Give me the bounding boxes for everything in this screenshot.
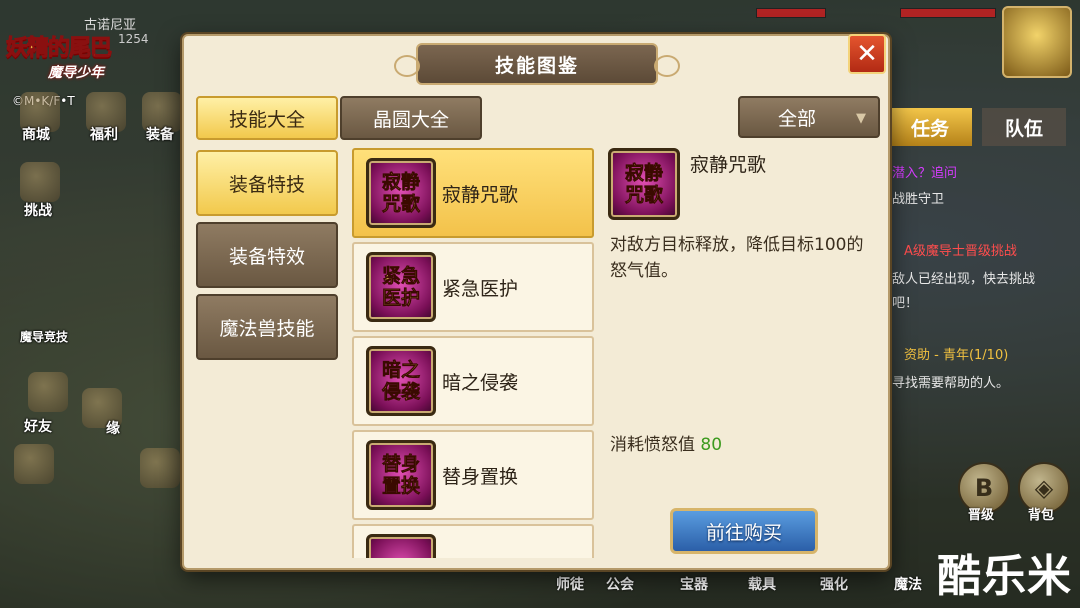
task-1-title[interactable]: 潜入？追问 (892, 162, 957, 181)
skill-icon: 寂静咒歌 (366, 158, 436, 228)
task-2-desc: 敌人已经出现，快去挑战 (892, 272, 1036, 287)
skill-list-item[interactable]: 寂静咒歌 寂静咒歌 (352, 148, 594, 238)
bottom-treasure[interactable]: 宝器 (680, 574, 708, 594)
chat-icon[interactable] (14, 444, 54, 484)
left-menu-challenge[interactable]: 挑战 (24, 200, 52, 220)
detail-skill-icon: 寂静咒歌 (608, 148, 680, 220)
skill-name: 替身置换 (442, 466, 519, 488)
skill-encyclopedia-dialog: 技能图鉴 ✕ 技能大全 晶圆大全 全部 ▼ 装备特技 装备特效 魔法兽技能 寂静… (182, 34, 890, 570)
category-equip-effect[interactable]: 装备特效 (196, 222, 338, 288)
detail-skill-name: 寂静咒歌 (690, 154, 767, 176)
cost-label: 消耗愤怒值 (610, 435, 695, 455)
category-equip-skill[interactable]: 装备特技 (196, 150, 338, 216)
challenge-icon[interactable] (20, 162, 60, 202)
backpack-button[interactable]: 背包 (1028, 504, 1054, 523)
left-menu-arena[interactable]: 魔导竞技 (20, 328, 68, 345)
task-3-title[interactable]: 资助 - 青年(1/10) (904, 344, 1008, 363)
skill-list-item[interactable]: 替身置换 替身置换 (352, 430, 594, 520)
close-icon: ✕ (856, 39, 878, 69)
player-avatar[interactable] (1002, 6, 1072, 78)
friend-icon[interactable] (28, 372, 68, 412)
tab-all-crystals[interactable]: 晶圆大全 (340, 96, 482, 140)
task-1-desc: 战胜守卫 (892, 192, 945, 207)
tab-task[interactable]: 任务 (888, 108, 972, 146)
filter-dropdown[interactable]: 全部 ▼ (738, 96, 880, 138)
logo-subtitle: 魔导少年 (48, 65, 104, 81)
watermark-text: 酷乐米 (937, 551, 1072, 602)
voice-icon[interactable] (140, 448, 180, 488)
category-beast-skill[interactable]: 魔法兽技能 (196, 294, 338, 360)
chevron-down-icon: ▼ (856, 111, 866, 126)
left-menu-bond[interactable]: 缘 (106, 418, 120, 438)
task-2-desc-cont: 吧！ (892, 296, 919, 311)
skill-icon: 紧急医护 (366, 252, 436, 322)
detail-skill-description: 对敌方目标释放，降低目标100的怒气值。 (610, 235, 864, 281)
bottom-master[interactable]: 师徒 (556, 574, 584, 594)
player-value: 1254 (118, 32, 149, 46)
skill-icon: 替身置换 (366, 440, 436, 510)
left-menu-friends[interactable]: 好友 (24, 416, 52, 436)
promote-button[interactable]: 晋级 (968, 504, 994, 523)
skill-list-item[interactable]: 暗之侵袭 暗之侵袭 (352, 336, 594, 426)
bottom-enhance[interactable]: 强化 (820, 574, 848, 594)
skill-name: 暗之侵袭 (442, 372, 519, 394)
dialog-title: 技能图鉴 (394, 43, 680, 85)
detail-skill-cost: 消耗愤怒值 80 (610, 430, 722, 455)
skill-name: 寂静咒歌 (442, 184, 519, 206)
health-bar-left (756, 8, 826, 18)
go-buy-button[interactable]: 前往购买 (670, 508, 818, 554)
logo-title: 妖精的尾巴 (5, 36, 112, 62)
bottom-magic[interactable]: 魔法 (894, 574, 922, 594)
bottom-guild[interactable]: 公会 (606, 574, 634, 594)
skill-name: 紧急医护 (442, 278, 519, 300)
skill-list-item[interactable]: 紧急医护 紧急医护 (352, 242, 594, 332)
skill-list[interactable]: 寂静咒歌 寂静咒歌 紧急医护 紧急医护 暗之侵袭 暗之侵袭 替身置换 替身置换 … (352, 148, 596, 558)
close-button[interactable]: ✕ (848, 34, 886, 74)
health-bar-right (900, 8, 996, 18)
tab-team[interactable]: 队伍 (982, 108, 1066, 146)
left-menu-shop[interactable]: 商城 (22, 124, 50, 144)
filter-selected: 全部 (778, 107, 817, 130)
cost-value: 80 (700, 435, 723, 455)
bottom-vehicle[interactable]: 载具 (748, 574, 776, 594)
tab-all-skills[interactable]: 技能大全 (196, 96, 338, 140)
left-menu-equipment[interactable]: 装备 (146, 124, 174, 144)
task-2-title[interactable]: A级魔导士晋级挑战 (904, 240, 1017, 259)
skill-icon: 暗之侵袭 (366, 346, 436, 416)
left-menu-welfare[interactable]: 福利 (90, 124, 118, 144)
skill-icon: 圣法 (366, 534, 436, 558)
task-3-desc: 寻找需要帮助的人。 (892, 376, 1010, 391)
location-name: 古诺尼亚 (84, 18, 137, 33)
skill-list-item[interactable]: 圣法 (352, 524, 594, 558)
